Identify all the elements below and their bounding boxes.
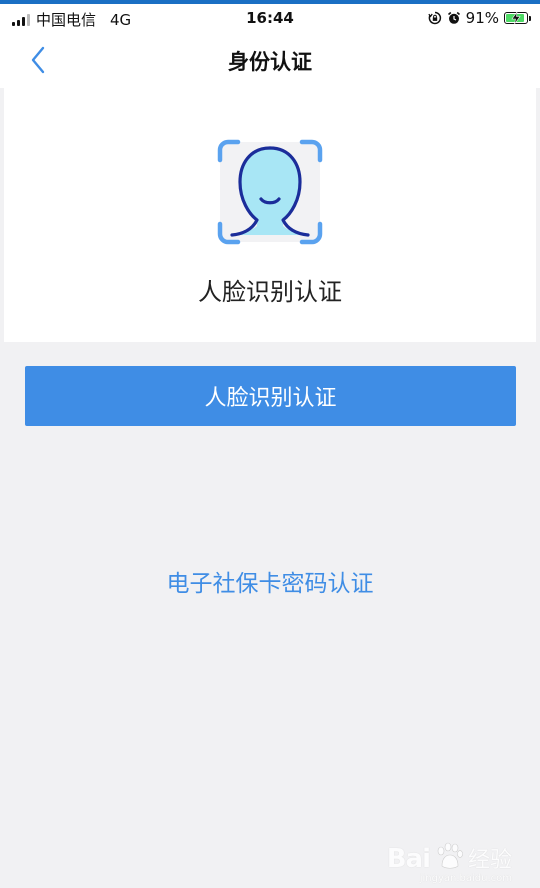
baidu-paw-icon — [434, 842, 464, 874]
rotation-lock-icon — [427, 11, 442, 25]
baidu-jingyan-watermark: Bai 经验 jingyan.baidu.com — [386, 842, 512, 884]
battery-icon — [504, 12, 531, 24]
watermark-url: jingyan.baidu.com — [419, 873, 512, 884]
status-bar: 中国电信 4G 16:44 91% — [0, 4, 540, 32]
face-recognition-icon — [216, 138, 324, 246]
face-auth-card: 人脸识别认证 — [4, 88, 536, 342]
face-auth-button[interactable]: 人脸识别认证 — [25, 366, 516, 426]
navigation-bar: 身份认证 — [0, 32, 540, 88]
watermark-logo: Bai — [386, 844, 431, 874]
status-right: 91% — [427, 9, 531, 27]
page-title: 身份认证 — [228, 50, 312, 74]
face-auth-label: 人脸识别认证 — [198, 278, 342, 306]
social-card-password-auth-link[interactable]: 电子社保卡密码认证 — [0, 564, 540, 598]
watermark-text: 经验 — [467, 848, 512, 873]
alarm-icon — [447, 11, 461, 25]
battery-percent: 91% — [465, 9, 499, 27]
